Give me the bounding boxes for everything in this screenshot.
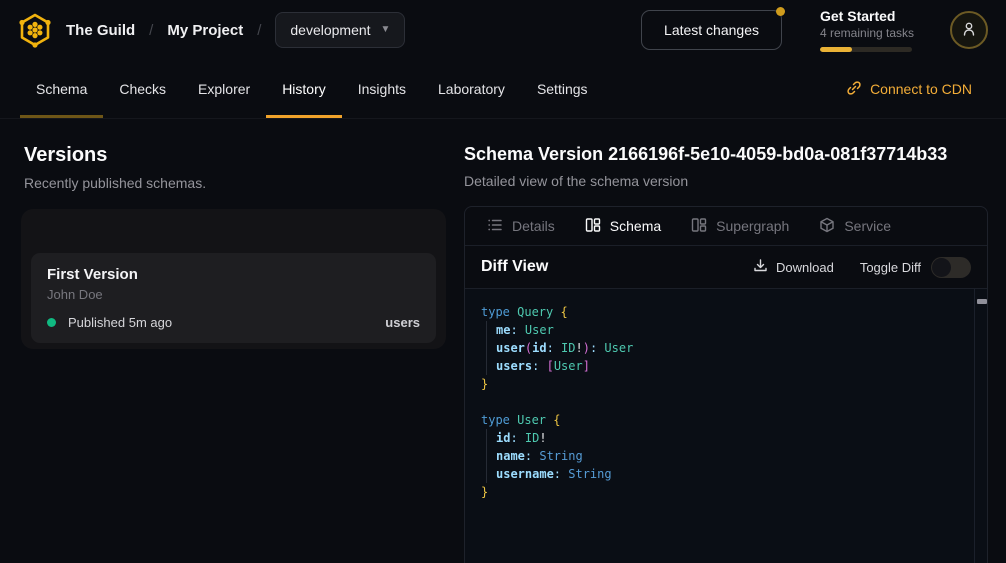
get-started-progress-fill (820, 47, 852, 52)
versions-panel: Versions Recently published schemas. Fir… (0, 119, 464, 563)
version-list-item[interactable]: First Version John Doe Published 5m ago … (31, 253, 436, 343)
tab-supergraph[interactable]: Supergraph (691, 217, 789, 236)
tab-service[interactable]: Service (819, 217, 891, 236)
get-started-subtitle: 4 remaining tasks (820, 26, 912, 40)
schema-detail-tabs: Details Schema (465, 207, 987, 245)
target-selector-value: development (290, 22, 370, 38)
versions-title: Versions (24, 144, 440, 167)
tab-insights[interactable]: Insights (342, 60, 422, 118)
tab-service-label: Service (844, 218, 891, 234)
breadcrumb-separator: / (257, 22, 261, 39)
download-button[interactable]: Download (753, 258, 834, 276)
tab-details[interactable]: Details (487, 217, 555, 236)
code-scrollbar (974, 289, 987, 563)
breadcrumb-project[interactable]: My Project (167, 22, 243, 39)
target-selector-dropdown[interactable]: development ▼ (275, 12, 405, 48)
versions-card: First Version John Doe Published 5m ago … (21, 209, 446, 349)
diff-view-title: Diff View (481, 258, 548, 276)
tab-checks[interactable]: Checks (103, 60, 182, 118)
graphql-schema-code: type Query {me: Useruser(id: ID!): Useru… (481, 303, 967, 501)
app-header: The Guild / My Project / development ▼ L… (0, 0, 1006, 60)
breadcrumb-org[interactable]: The Guild (66, 22, 135, 39)
download-icon (753, 258, 768, 276)
schema-version-panel: Schema Version 2166196f-5e10-4059-bd0a-0… (464, 119, 1006, 563)
tab-schema-view-label: Schema (610, 218, 661, 234)
version-author: John Doe (47, 287, 420, 302)
tab-history[interactable]: History (266, 60, 342, 118)
version-service-badge: users (385, 315, 420, 330)
list-icon (487, 217, 503, 236)
target-nav-tabs: Schema Checks Explorer History Insights … (0, 60, 1006, 119)
chevron-down-icon: ▼ (381, 25, 391, 35)
tab-details-label: Details (512, 218, 555, 234)
breadcrumb: The Guild / My Project / (66, 22, 261, 39)
toggle-diff-switch[interactable] (931, 257, 971, 278)
tab-explorer[interactable]: Explorer (182, 60, 266, 118)
get-started-progressbar (820, 47, 912, 52)
notification-dot (776, 7, 785, 16)
schema-detail-panel: Details Schema (464, 206, 988, 563)
version-status: Published 5m ago (68, 315, 172, 330)
toggle-knob (932, 258, 951, 277)
link-icon (846, 80, 862, 99)
get-started-title: Get Started (820, 8, 912, 24)
published-status-dot (47, 318, 56, 327)
version-name: First Version (47, 266, 420, 283)
schema-version-subtitle: Detailed view of the schema version (464, 173, 988, 189)
schema-version-title: Schema Version 2166196f-5e10-4059-bd0a-0… (464, 144, 988, 165)
get-started-widget[interactable]: Get Started 4 remaining tasks (820, 8, 912, 52)
versions-subtitle: Recently published schemas. (24, 175, 440, 191)
breadcrumb-separator: / (149, 22, 153, 39)
latest-changes-button[interactable]: Latest changes (641, 10, 782, 50)
latest-changes-label: Latest changes (664, 22, 759, 38)
columns-icon (691, 217, 707, 236)
person-icon (960, 20, 978, 41)
columns-icon (585, 217, 601, 236)
tab-laboratory[interactable]: Laboratory (422, 60, 521, 118)
tab-settings[interactable]: Settings (521, 60, 604, 118)
cube-icon (819, 217, 835, 236)
connect-to-cdn-label: Connect to CDN (870, 81, 972, 97)
tab-supergraph-label: Supergraph (716, 218, 789, 234)
tab-schema-view[interactable]: Schema (585, 217, 661, 236)
toggle-diff-label: Toggle Diff (860, 260, 921, 275)
code-scrollbar-thumb[interactable] (977, 299, 987, 304)
connect-to-cdn-button[interactable]: Connect to CDN (846, 80, 972, 99)
diff-view-toolbar: Diff View Download Toggle Diff (465, 245, 987, 288)
tab-schema[interactable]: Schema (20, 60, 103, 118)
user-menu-button[interactable] (950, 11, 988, 49)
hive-logo-icon[interactable] (14, 9, 56, 51)
schema-code-viewer: type Query {me: Useruser(id: ID!): Useru… (465, 288, 987, 563)
download-label: Download (776, 260, 834, 275)
